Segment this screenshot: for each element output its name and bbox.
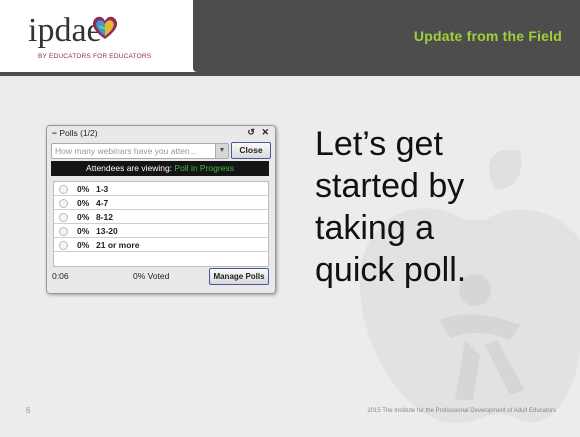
poll-options-list: 0% 1-3 0% 4-7 0% 8-12 0% 13-20 0% 21 or … xyxy=(53,181,269,267)
close-button[interactable]: Close xyxy=(231,142,271,159)
radio-icon[interactable] xyxy=(59,241,68,250)
poll-option[interactable]: 0% 4-7 xyxy=(54,196,268,210)
chevron-down-icon[interactable]: ▼ xyxy=(215,144,228,158)
header-title: Update from the Field xyxy=(413,28,562,44)
manage-polls-button[interactable]: Manage Polls xyxy=(209,268,269,285)
poll-option[interactable]: 0% 21 or more xyxy=(54,238,268,252)
poll-panel: − Polls (1/2) ↺ ✕ How many webinars have… xyxy=(46,125,276,294)
radio-icon[interactable] xyxy=(59,185,68,194)
header-bar: Update from the Field xyxy=(193,0,580,72)
option-label: 4-7 xyxy=(96,198,109,208)
option-percent: 0% xyxy=(77,184,90,194)
poll-title: − Polls (1/2) xyxy=(52,128,98,138)
option-label: 21 or more xyxy=(96,240,140,250)
footer-copyright: 2015 The Institute for the Professional … xyxy=(367,408,556,414)
option-label: 8-12 xyxy=(96,212,114,222)
poll-option[interactable]: 0% 13-20 xyxy=(54,224,268,238)
poll-question-select[interactable]: How many webinars have you atten... ▼ xyxy=(51,143,229,159)
slide: Update from the Field ipdae BY EDUCATORS… xyxy=(0,0,580,437)
page-number: 6 xyxy=(26,406,31,415)
option-percent: 0% xyxy=(77,226,90,236)
slide-body-text: Let’s get started by taking a quick poll… xyxy=(315,123,515,291)
body-line: started by xyxy=(315,167,465,205)
radio-icon[interactable] xyxy=(59,199,68,208)
poll-footer: 0:06 0% Voted Manage Polls xyxy=(47,266,275,288)
popout-icon[interactable]: ↺ xyxy=(247,127,255,137)
poll-question-text: How many webinars have you atten... xyxy=(55,146,197,156)
poll-title-label: Polls (1/2) xyxy=(59,128,98,138)
collapse-icon[interactable]: − xyxy=(52,128,57,138)
body-line: Let’s get xyxy=(315,125,443,163)
slide-header: Update from the Field ipdae BY EDUCATORS… xyxy=(0,0,580,76)
poll-option[interactable]: 0% 8-12 xyxy=(54,210,268,224)
option-percent: 0% xyxy=(77,212,90,222)
body-line: taking a xyxy=(315,209,435,247)
viewing-status: Poll in Progress xyxy=(174,163,234,173)
poll-titlebar: − Polls (1/2) ↺ ✕ xyxy=(47,126,275,140)
option-percent: 0% xyxy=(77,240,90,250)
poll-option[interactable]: 0% 1-3 xyxy=(54,182,268,196)
option-percent: 0% xyxy=(77,198,90,208)
viewing-status-bar: Attendees are viewing: Poll in Progress xyxy=(51,161,269,176)
body-line: quick poll. xyxy=(315,251,467,289)
logo-tagline: BY EDUCATORS FOR EDUCATORS xyxy=(38,53,152,60)
radio-icon[interactable] xyxy=(59,227,68,236)
option-label: 13-20 xyxy=(96,226,118,236)
viewing-prefix: Attendees are viewing: xyxy=(86,163,173,173)
header-divider xyxy=(0,72,580,76)
poll-timer: 0:06 xyxy=(52,271,69,281)
close-icon[interactable]: ✕ xyxy=(261,127,269,137)
heart-logo-icon xyxy=(92,16,118,39)
poll-voted-count: 0% Voted xyxy=(133,271,170,281)
poll-window-controls: ↺ ✕ xyxy=(243,127,269,138)
option-label: 1-3 xyxy=(96,184,109,194)
radio-icon[interactable] xyxy=(59,213,68,222)
